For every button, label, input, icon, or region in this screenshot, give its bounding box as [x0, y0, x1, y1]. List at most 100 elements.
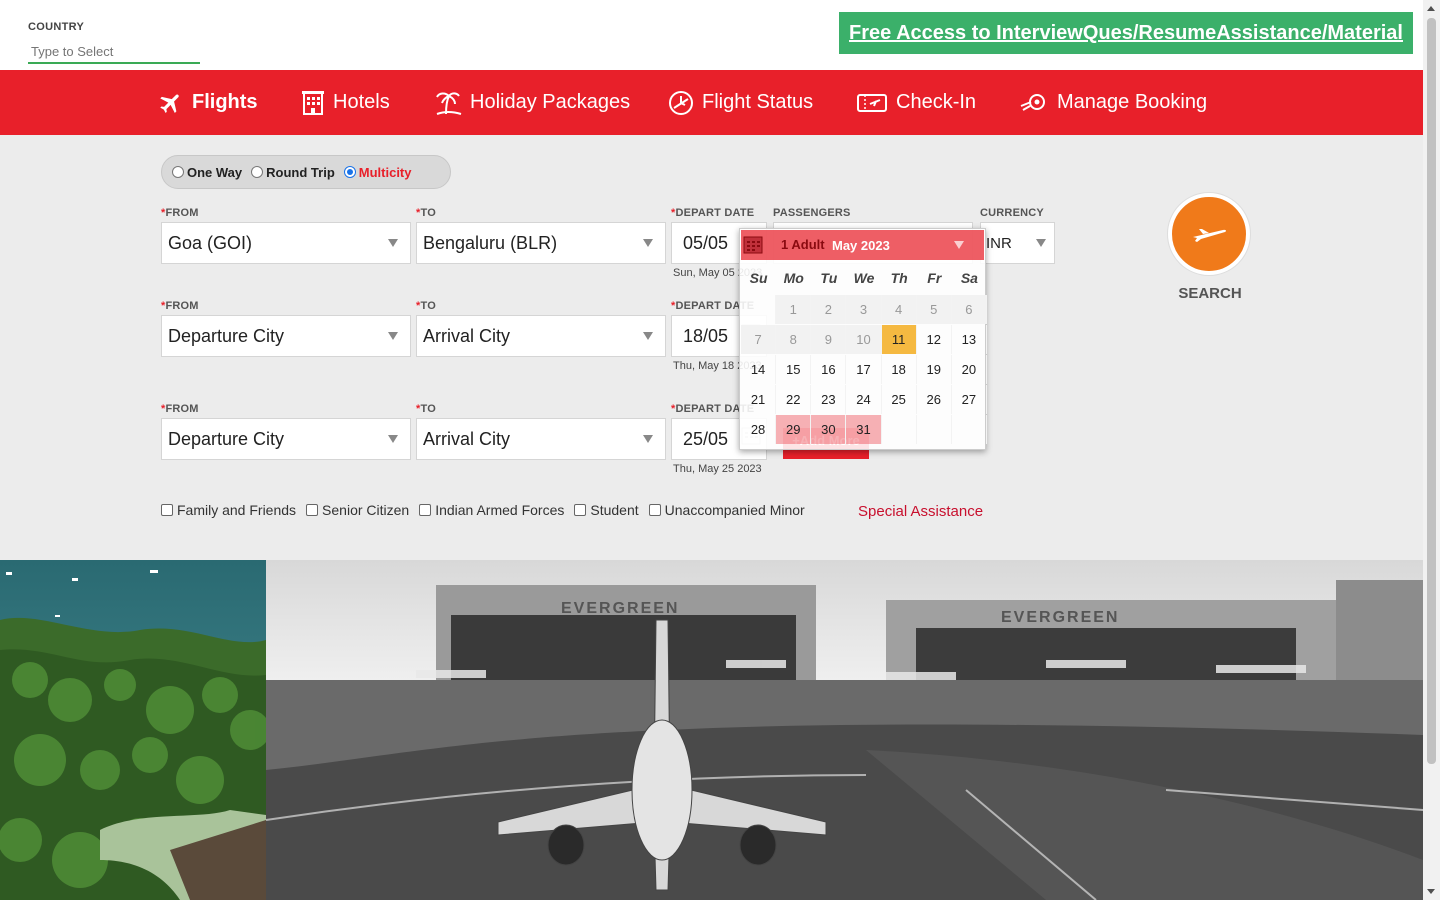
- nav-holiday-packages-label: Holiday Packages: [470, 91, 631, 113]
- round-trip-option[interactable]: Round Trip: [251, 165, 335, 180]
- checkbox[interactable]: [419, 504, 432, 516]
- date-grid: 1 2 3 4 5 6 7 8 9 10 11 12 13 14 15 16 17 18 19 20 21 22 23 24 2…: [741, 295, 987, 445]
- date-cell-23[interactable]: 23: [811, 385, 847, 414]
- date-cell-31[interactable]: 31: [846, 415, 882, 444]
- building-icon: [302, 90, 324, 115]
- date-cell-29[interactable]: 29: [776, 415, 812, 444]
- multicity-radio[interactable]: [343, 166, 356, 178]
- scrollbar-thumb[interactable]: [1427, 18, 1436, 764]
- date-cell-5: 5: [916, 295, 952, 324]
- one-way-option[interactable]: One Way: [172, 165, 242, 180]
- scroll-up-arrow-icon[interactable]: [1427, 6, 1435, 11]
- nav-check-in-label: Check-In: [896, 91, 977, 113]
- date-cell-24[interactable]: 24: [846, 385, 882, 414]
- search-button[interactable]: [1168, 193, 1250, 275]
- country-label: COUNTRY: [28, 21, 85, 33]
- depart-date-label-1: *DEPART DATE: [671, 207, 755, 219]
- nav-hotels[interactable]: Hotels: [301, 70, 390, 135]
- date-cell-6: 6: [951, 295, 987, 324]
- date-cell-28[interactable]: 28: [741, 415, 777, 444]
- nav-flights[interactable]: Flights: [158, 70, 258, 135]
- from-label-2: *FROM: [161, 300, 199, 312]
- nav-manage-booking[interactable]: Manage Booking: [1019, 70, 1207, 135]
- option-label: Unaccompanied Minor: [664, 502, 805, 518]
- one-way-radio[interactable]: [172, 166, 184, 178]
- option-label: Senior Citizen: [322, 502, 410, 518]
- nav-flight-status[interactable]: Flight Status: [668, 70, 813, 135]
- from-value-3: Departure City: [168, 428, 285, 449]
- date-cell-3: 3: [846, 295, 882, 324]
- to-value-3: Arrival City: [423, 428, 511, 449]
- passengers-value: 1 Adult: [781, 237, 825, 252]
- booking-form: One Way Round Trip Multicity *FROM Goa (…: [0, 135, 1423, 560]
- option-label: Family and Friends: [177, 502, 297, 518]
- nav-hotels-label: Hotels: [333, 91, 390, 113]
- from-select-1[interactable]: Goa (GOI): [161, 222, 411, 264]
- date-cell-26[interactable]: 26: [917, 385, 952, 414]
- checkbox[interactable]: [306, 504, 319, 516]
- to-label-1: *TO: [416, 207, 436, 219]
- checkbox[interactable]: [648, 504, 661, 516]
- nav-check-in[interactable]: Check-In: [856, 70, 976, 135]
- weekday-label: Su: [749, 270, 768, 286]
- scroll-down-arrow-icon[interactable]: [1427, 889, 1435, 894]
- country-input[interactable]: [28, 40, 200, 64]
- date-cell-30[interactable]: 30: [811, 415, 847, 444]
- empty-day-cell: [741, 295, 777, 324]
- chevron-down-icon: [643, 332, 653, 340]
- date-cell-12[interactable]: 12: [917, 325, 952, 354]
- weekday-label: We: [853, 270, 875, 286]
- date-cell-13[interactable]: 13: [952, 325, 987, 354]
- checkbox[interactable]: [161, 504, 173, 516]
- nav-manage-booking-label: Manage Booking: [1057, 91, 1208, 113]
- date-cell-9: 9: [811, 325, 847, 354]
- date-cell-18[interactable]: 18: [882, 355, 917, 384]
- round-trip-radio[interactable]: [251, 166, 264, 178]
- option-unaccompanied-minor[interactable]: Unaccompanied Minor: [648, 502, 805, 518]
- page: COUNTRY Free Access to InterviewQues/Res…: [0, 0, 1440, 900]
- date-cell-20[interactable]: 20: [952, 355, 987, 384]
- option-senior-citizen[interactable]: Senior Citizen: [306, 502, 409, 518]
- date-cell-21[interactable]: 21: [741, 385, 777, 414]
- palm-tree-icon: [436, 91, 462, 115]
- to-select-3[interactable]: Arrival City: [416, 418, 666, 460]
- chevron-down-icon[interactable]: [954, 241, 964, 249]
- date-cell-17[interactable]: 17: [846, 355, 882, 384]
- date-cell-14[interactable]: 14: [741, 355, 777, 384]
- page-scrollbar[interactable]: [1423, 0, 1440, 900]
- plane-icon: [1193, 229, 1227, 242]
- promo-link[interactable]: Free Access to InterviewQues/ResumeAssis…: [839, 12, 1413, 54]
- to-select-2[interactable]: Arrival City: [416, 315, 666, 357]
- multicity-label: Multicity: [358, 164, 412, 180]
- date-cell-25[interactable]: 25: [882, 385, 917, 414]
- hero-image-airport: EVERGREEN EVERGREEN: [266, 560, 1423, 900]
- to-select-1[interactable]: Bengaluru (BLR): [416, 222, 666, 264]
- weekday-header: Su Mo Tu We Th Fr Sa: [741, 270, 987, 286]
- nav-holiday-packages[interactable]: Holiday Packages: [434, 70, 630, 135]
- nav-flight-status-label: Flight Status: [702, 91, 814, 113]
- from-select-2[interactable]: Departure City: [161, 315, 411, 357]
- date-cell-15[interactable]: 15: [776, 355, 812, 384]
- date-cell-19[interactable]: 19: [917, 355, 952, 384]
- from-select-3[interactable]: Departure City: [161, 418, 411, 460]
- multicity-option[interactable]: Multicity: [343, 164, 412, 180]
- empty-day-cell: [917, 415, 952, 444]
- date-cell-8: 8: [776, 325, 812, 354]
- search-label[interactable]: SEARCH: [1170, 285, 1250, 302]
- date-cell-11[interactable]: 11: [881, 325, 917, 354]
- option-label: Indian Armed Forces: [435, 502, 565, 518]
- option-student[interactable]: Student: [574, 502, 639, 518]
- chevron-down-icon: [388, 332, 398, 340]
- option-family-friends[interactable]: Family and Friends: [161, 502, 296, 518]
- option-armed-forces[interactable]: Indian Armed Forces: [419, 502, 564, 518]
- nav-flights-label: Flights: [192, 91, 258, 113]
- special-assistance-link[interactable]: Special Assistance: [858, 503, 983, 520]
- depart-date-value-1: 05/05: [683, 232, 729, 253]
- checkbox[interactable]: [574, 504, 587, 516]
- date-cell-22[interactable]: 22: [776, 385, 812, 414]
- date-picker-header: 1 Adult May 2023: [741, 230, 984, 260]
- depart-date-long-3: Thu, May 25 2023: [673, 463, 762, 475]
- currency-select[interactable]: INR: [980, 222, 1055, 264]
- date-cell-27[interactable]: 27: [952, 385, 987, 414]
- date-cell-16[interactable]: 16: [811, 355, 847, 384]
